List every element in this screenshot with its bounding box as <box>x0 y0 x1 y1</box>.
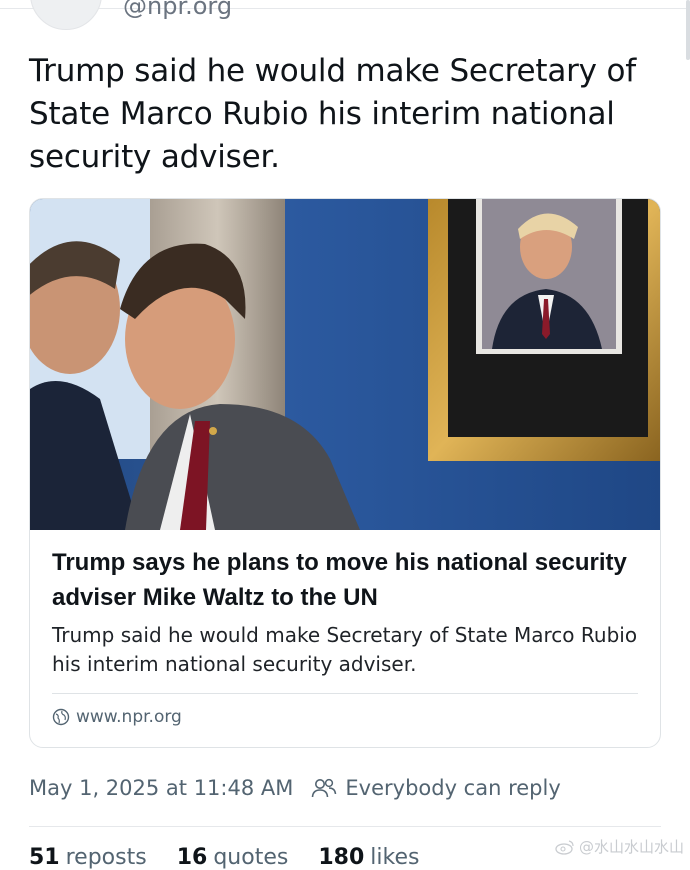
watermark-text: @水山水山水山 <box>578 838 684 856</box>
timestamp[interactable]: May 1, 2025 at 11:48 AM <box>29 776 293 800</box>
watermark: @水山水山水山 <box>555 836 684 857</box>
people-icon <box>312 778 337 798</box>
link-preview-card[interactable]: Trump says he plans to move his national… <box>29 198 661 748</box>
post-text: Trump said he would make Secretary of St… <box>29 53 636 175</box>
quotes-count: 16 <box>176 845 208 870</box>
reposts-label: reposts <box>65 845 147 870</box>
quotes-stat[interactable]: 16 quotes <box>177 845 289 870</box>
card-domain: www.npr.org <box>76 707 182 727</box>
quotes-label: quotes <box>213 845 289 870</box>
author-handle[interactable]: @npr.org <box>123 0 232 20</box>
top-divider <box>0 8 690 9</box>
avatar[interactable] <box>30 0 102 30</box>
reposts-stat[interactable]: 51 reposts <box>29 845 147 870</box>
card-description: Trump said he would make Secretary of St… <box>52 623 638 676</box>
reposts-count: 51 <box>29 845 60 870</box>
engagement-stats: 51 reposts 16 quotes 180 likes <box>29 845 419 870</box>
stats-divider <box>29 826 661 827</box>
card-domain-link[interactable]: www.npr.org <box>52 707 182 727</box>
weibo-logo-icon <box>555 839 574 855</box>
scrollbar-thumb[interactable] <box>686 0 690 60</box>
likes-label: likes <box>370 845 420 870</box>
globe-icon <box>52 708 70 726</box>
article-photo <box>30 199 660 530</box>
likes-stat[interactable]: 180 likes <box>318 845 419 870</box>
post-meta: May 1, 2025 at 11:48 AM Everybody can re… <box>29 776 561 800</box>
card-divider <box>52 693 638 694</box>
card-title[interactable]: Trump says he plans to move his national… <box>52 545 642 615</box>
reply-setting[interactable]: Everybody can reply <box>345 776 560 800</box>
likes-count: 180 <box>318 845 365 870</box>
